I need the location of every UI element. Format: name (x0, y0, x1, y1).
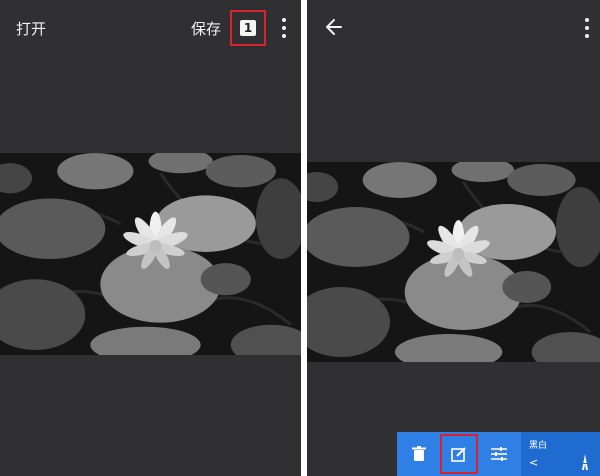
tower-icon (582, 454, 588, 470)
delete-button[interactable] (399, 432, 439, 476)
left-screen: 打开 保存 1 (0, 0, 301, 476)
arrow-back-icon[interactable] (325, 18, 343, 36)
adjust-button[interactable] (479, 432, 519, 476)
filter-prev[interactable]: < (529, 456, 538, 469)
right-top-bar (307, 0, 600, 56)
lotus-photo-preview (307, 162, 600, 362)
edit-highlight-box (440, 434, 478, 474)
right-screen: 黑白 < (307, 0, 600, 476)
filter-tab-bw[interactable]: 黑白 < (521, 432, 600, 476)
open-button[interactable]: 打开 (16, 18, 46, 39)
bottom-toolbar (397, 432, 521, 476)
left-top-bar: 打开 保存 1 (0, 0, 301, 56)
lotus-image (307, 162, 600, 362)
count-badge[interactable]: 1 (240, 20, 256, 36)
save-button[interactable]: 保存 (191, 18, 221, 39)
lotus-image (0, 153, 301, 355)
lotus-photo (0, 153, 301, 355)
filter-label: 黑白 (529, 441, 548, 451)
more-vert-icon[interactable] (584, 18, 590, 38)
more-vert-icon[interactable] (281, 18, 287, 38)
tune-icon (491, 447, 507, 461)
trash-icon (412, 446, 426, 461)
